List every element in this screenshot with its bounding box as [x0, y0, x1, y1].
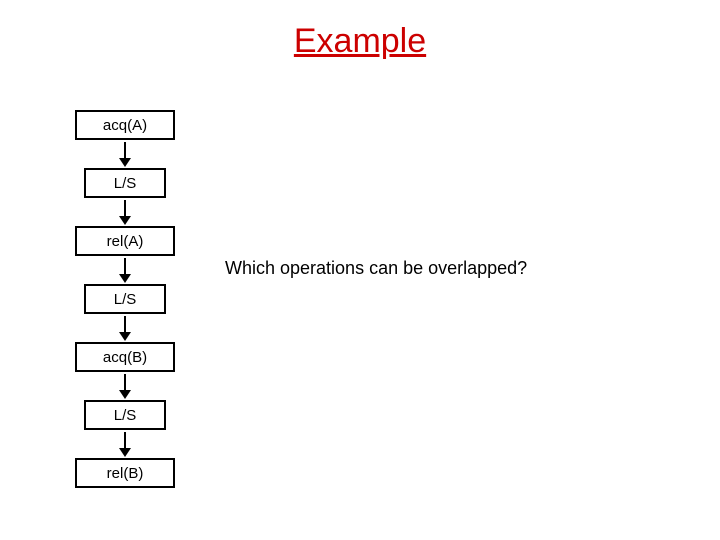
arrow-icon	[75, 140, 175, 168]
op-box-acq-a: acq(A)	[75, 110, 175, 140]
arrow-icon	[75, 198, 175, 226]
op-box-rel-a: rel(A)	[75, 226, 175, 256]
op-box-rel-b: rel(B)	[75, 458, 175, 488]
operation-flow: acq(A) L/S rel(A) L/S acq(B) L/S rel(B)	[75, 110, 175, 488]
op-box-acq-b: acq(B)	[75, 342, 175, 372]
question-text: Which operations can be overlapped?	[225, 258, 527, 279]
arrow-icon	[75, 430, 175, 458]
arrow-icon	[75, 314, 175, 342]
page-title: Example	[0, 22, 720, 61]
arrow-icon	[75, 372, 175, 400]
op-box-ls-1: L/S	[84, 168, 166, 198]
op-box-ls-3: L/S	[84, 400, 166, 430]
arrow-icon	[75, 256, 175, 284]
op-box-ls-2: L/S	[84, 284, 166, 314]
